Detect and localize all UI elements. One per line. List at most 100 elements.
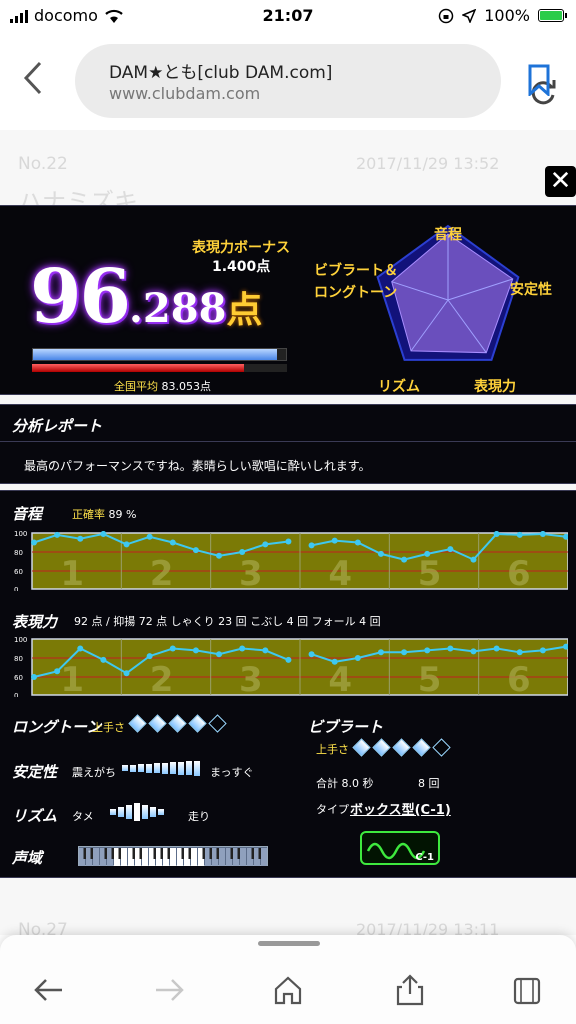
share-icon[interactable] [393, 973, 427, 1007]
section-number: 6 [507, 554, 531, 591]
vibrato-count: 8 回 [418, 777, 440, 790]
score-bar-fill [33, 349, 277, 360]
average-value: 83.053点 [161, 380, 212, 393]
data-point [123, 670, 130, 677]
back-arrow-icon[interactable] [32, 973, 66, 1007]
pitch-title: 音程 [12, 505, 43, 523]
browser-bar: DAM★とも[club DAM.com] www.clubdam.com [0, 34, 576, 130]
rhythm-right: 走り [188, 810, 210, 823]
tabs-icon[interactable] [510, 973, 544, 1007]
report-title: 分析レポート [12, 417, 103, 435]
pitch-chart: 1 2 3 4 5 6 100 80 60 0 [14, 531, 568, 591]
y-tick-label: 60 [14, 568, 23, 576]
key [261, 848, 267, 866]
y-tick-label: 80 [14, 549, 23, 557]
score-integer: 96 [30, 254, 131, 340]
drag-handle[interactable] [258, 941, 320, 946]
key [191, 848, 197, 866]
range-keyboard [78, 846, 268, 866]
expression-title: 表現力 [12, 613, 58, 631]
data-point [539, 531, 546, 537]
data-point [262, 647, 269, 654]
rating-diamond [148, 714, 167, 733]
data-point [146, 653, 153, 660]
status-bar: docomo 21:07 100% [0, 0, 576, 34]
data-point [401, 556, 408, 563]
accuracy-label: 正確率 [72, 508, 105, 521]
data-point [447, 546, 454, 553]
data-point [239, 645, 246, 652]
vibrato-type-value: ボックス型(C-1) [350, 803, 451, 818]
data-point [493, 531, 500, 537]
key [170, 848, 176, 866]
vibrato-skill-label: 上手さ [316, 743, 349, 756]
battery-icon [538, 9, 567, 22]
data-point [516, 531, 523, 538]
y-tick-label: 100 [14, 637, 27, 644]
data-point [493, 645, 500, 652]
rating-diamond [392, 738, 411, 757]
stability-left: 震えがち [72, 766, 116, 779]
rating-diamond [208, 714, 227, 733]
expression-chart: 1 2 3 4 5 610080600 [14, 637, 568, 697]
score-unit: 点 [226, 290, 263, 331]
data-point [100, 531, 107, 537]
radar-label-vibrato-longtone: ビブラート＆ロングトーン [314, 263, 398, 301]
data-point [424, 647, 431, 654]
data-point [377, 550, 384, 557]
section-number: 2 [150, 660, 174, 697]
average-bar-fill [32, 364, 244, 372]
expression-stats: 92 点 / 抑揚 72 点 しゃくり 23 回 こぶし 4 回 フォール 4 … [74, 615, 381, 628]
page-host: www.clubdam.com [109, 84, 261, 103]
vibrato-type-badge: C-1 [415, 852, 434, 863]
entry-date: 2017/11/29 13:52 [356, 154, 500, 173]
section-number: 3 [239, 554, 263, 591]
rating-diamond [188, 714, 207, 733]
data-point [308, 542, 315, 549]
home-icon[interactable] [271, 973, 305, 1007]
rating-diamond [432, 738, 451, 757]
range-label: 声域 [12, 849, 43, 867]
data-point [424, 550, 431, 557]
data-point [54, 531, 61, 538]
data-point [470, 556, 477, 563]
longtone-rating [128, 714, 227, 733]
data-point [262, 541, 269, 548]
section-number: 3 [239, 660, 263, 697]
vibrato-label: ビブラート [308, 718, 384, 736]
stability-meter [122, 759, 200, 777]
data-point [354, 539, 361, 546]
rating-diamond [352, 738, 371, 757]
close-button[interactable]: ✕ [545, 166, 576, 197]
back-icon[interactable] [22, 60, 44, 96]
y-tick-label: 0 [14, 692, 18, 697]
data-point [331, 537, 338, 544]
browser-toolbar [0, 935, 576, 1024]
radar-label-expression: 表現力 [474, 379, 516, 395]
vibrato-total-value: 8.0 秒 [341, 777, 374, 790]
data-point [377, 649, 384, 656]
forward-arrow-icon[interactable] [152, 973, 186, 1007]
data-point [169, 539, 176, 546]
data-point [331, 658, 338, 665]
key [93, 848, 99, 866]
rhythm-label: リズム [12, 807, 58, 825]
data-point [123, 541, 130, 548]
report-text: 最高のパフォーマンスですね。素晴らしい歌唱に酔いしれます。 [24, 459, 371, 473]
bookmark-icon[interactable] [527, 64, 551, 96]
data-point [54, 668, 61, 675]
divider [0, 441, 576, 442]
data-point [216, 552, 223, 559]
score-bar [32, 348, 287, 361]
key [121, 848, 127, 866]
y-tick-label: 0 [14, 586, 18, 591]
location-icon [462, 8, 477, 23]
rhythm-meter [110, 803, 164, 821]
key [240, 848, 246, 866]
key [219, 848, 225, 866]
data-point [192, 547, 199, 554]
detail-panel: 音程 正確率 89 % 1 2 3 4 5 6 100 80 60 0 表現力 92 点 / 抑揚… [0, 490, 576, 878]
address-field[interactable]: DAM★とも[club DAM.com] www.clubdam.com [75, 44, 556, 118]
pitch-accuracy: 正確率 89 % [72, 506, 136, 522]
rating-diamond [412, 738, 431, 757]
